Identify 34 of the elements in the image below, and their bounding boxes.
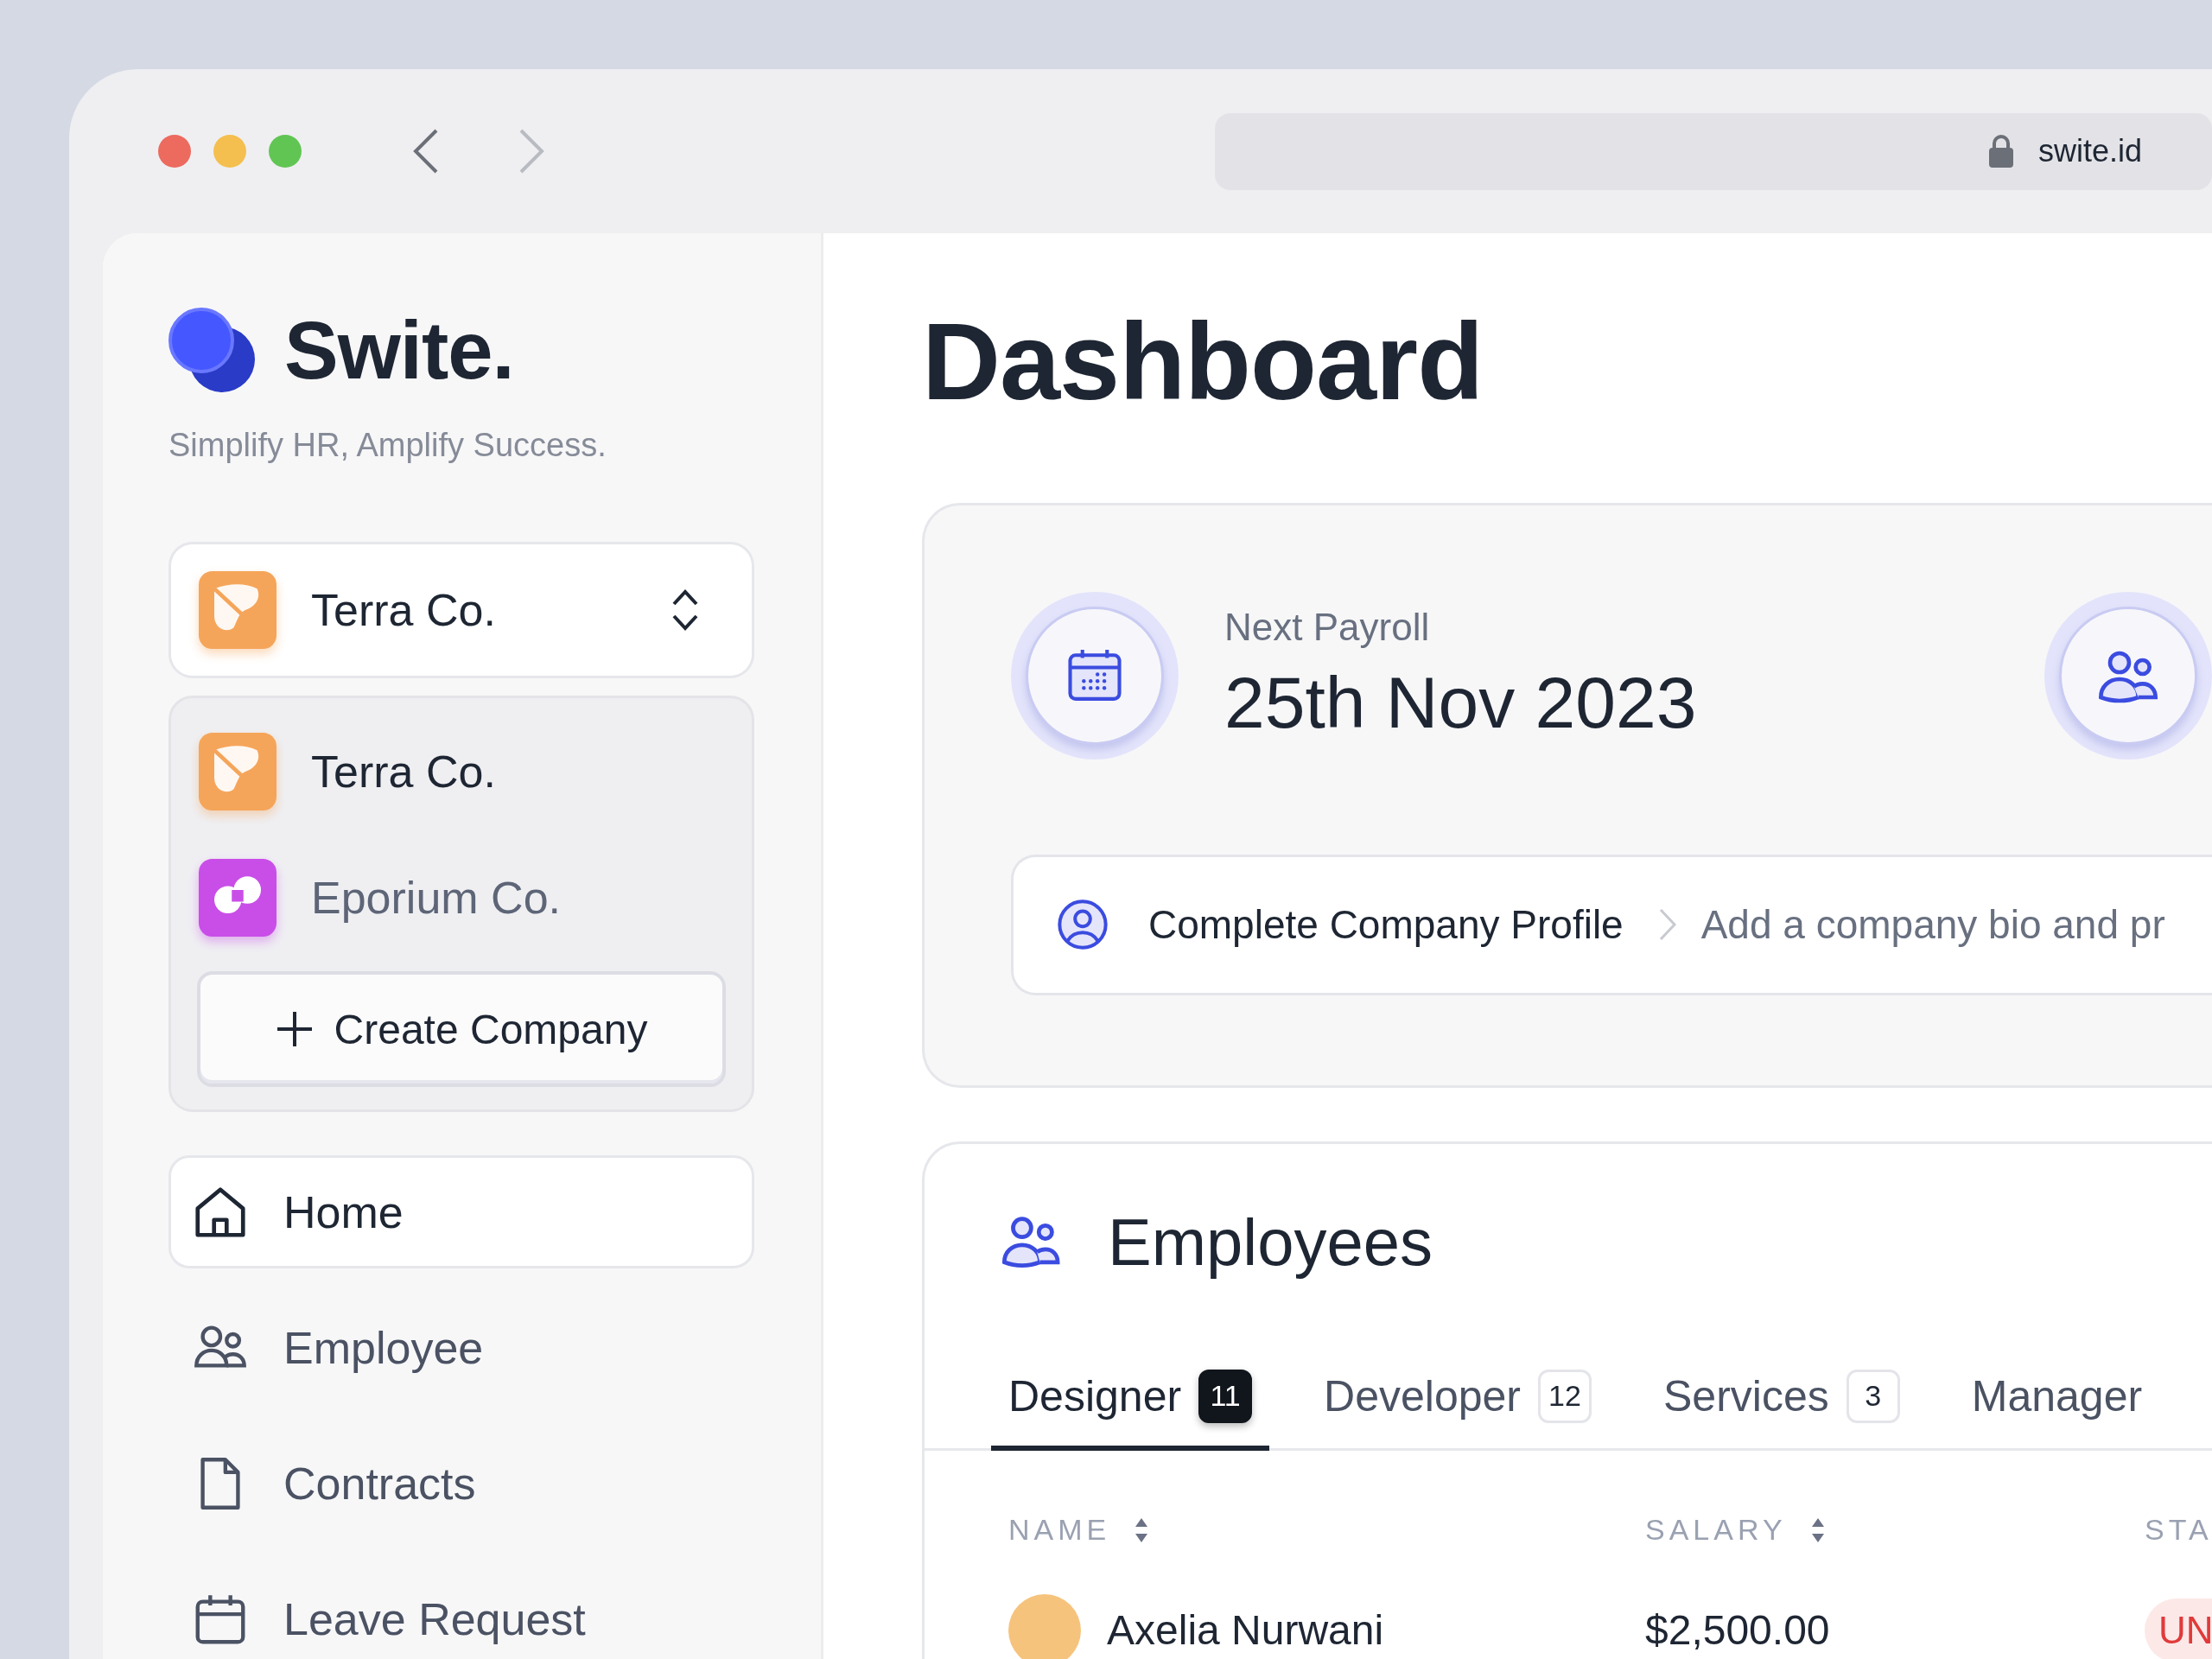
count-badge: 12 [1538, 1369, 1592, 1423]
count-badge: 11 [1198, 1369, 1253, 1423]
brand-name: Swite. [284, 304, 514, 397]
page-title: Dashboard [922, 302, 1484, 423]
company-option[interactable]: Terra Co. [197, 709, 726, 835]
chevron-right-icon [1657, 907, 1677, 943]
tagline: Simplify HR, Amplify Success. [168, 427, 607, 464]
lock-icon [1988, 134, 2014, 168]
category-tab[interactable]: Services 3 [1646, 1346, 1917, 1451]
task-description: Add a company bio and pr [1700, 901, 2165, 949]
count-badge: 3 [1846, 1369, 1900, 1423]
nav-item[interactable]: Contracts [168, 1427, 754, 1540]
category-tab[interactable]: Developer 12 [1306, 1346, 1609, 1451]
salary-text: $2,500.00 [1645, 1606, 1830, 1655]
nav-item[interactable]: Employee [168, 1291, 754, 1404]
zoom-window-button[interactable] [269, 135, 302, 168]
company-selector[interactable]: Terra Co. [168, 542, 754, 678]
nav-item[interactable]: Leave Request [168, 1562, 754, 1659]
payroll-date: 25th Nov 2023 [1224, 661, 1698, 746]
payroll-label: Next Payroll [1224, 606, 1431, 650]
category-tab[interactable]: Designer 11 [991, 1346, 1270, 1451]
address-bar[interactable]: swite.id [1215, 112, 2212, 190]
company-option[interactable]: Eporium Co. [197, 835, 726, 961]
minimize-window-button[interactable] [213, 135, 246, 168]
nav-item[interactable]: Home [168, 1155, 754, 1268]
employee-name: Axelia Nurwani [1107, 1606, 1384, 1655]
profile-task-banner[interactable]: Complete Company Profile Add a company bio and pr [1011, 854, 2212, 995]
create-company-button[interactable]: Create Company [197, 971, 726, 1087]
status-badge: UN [2145, 1598, 2212, 1659]
task-title: Complete Company Profile [1148, 901, 1624, 949]
category-tab[interactable]: Manager [1954, 1346, 2160, 1451]
section-title: Employees [1108, 1204, 1433, 1280]
plus-icon [275, 1010, 314, 1048]
close-window-button[interactable] [158, 135, 191, 168]
